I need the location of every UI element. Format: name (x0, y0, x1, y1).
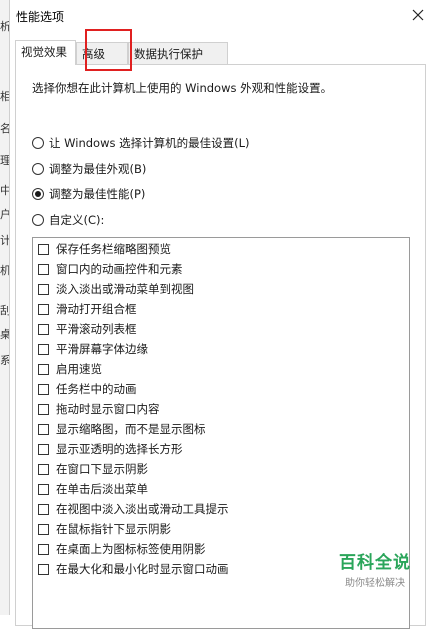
effect-label: 在最大化和最小化时显示窗口动画 (56, 562, 229, 576)
checkbox[interactable] (38, 463, 49, 475)
effect-label: 在单击后淡出菜单 (56, 482, 148, 496)
checkbox[interactable] (38, 343, 49, 355)
effect-checkbox-row[interactable]: 窗口内的动画控件和元素 (38, 260, 183, 278)
tab-data-execution-prevention[interactable]: 数据执行保护 (128, 42, 228, 64)
effect-checkbox-row[interactable]: 在鼠标指针下显示阴影 (38, 520, 171, 538)
title-bar[interactable]: 性能选项 (10, 0, 435, 30)
tab-advanced[interactable]: 高级 (76, 42, 128, 64)
radio-label: 调整为最佳性能(P) (49, 187, 146, 201)
effect-label: 滑动打开组合框 (56, 302, 137, 316)
checkbox[interactable] (38, 263, 49, 275)
effect-checkbox-row[interactable]: 拖动时显示窗口内容 (38, 400, 160, 418)
effect-checkbox-row[interactable]: 在最大化和最小化时显示窗口动画 (38, 560, 229, 578)
effect-label: 任务栏中的动画 (56, 382, 137, 396)
effect-label: 平滑屏幕字体边缘 (56, 342, 148, 356)
checkbox[interactable] (38, 283, 49, 295)
radio-button-selected[interactable] (32, 188, 44, 200)
watermark-subtitle: 助你轻松解决 (345, 578, 405, 589)
radio-button[interactable] (32, 137, 44, 149)
effect-checkbox-row[interactable]: 平滑屏幕字体边缘 (38, 340, 148, 358)
radio-best-appearance[interactable]: 调整为最佳外观(B) (32, 161, 146, 177)
visual-effects-panel: 选择你想在此计算机上使用的 Windows 外观和性能设置。 让 Windows… (15, 64, 426, 629)
effect-label: 启用速览 (56, 362, 102, 376)
effect-label: 在桌面上为图标标签使用阴影 (56, 542, 206, 556)
effect-label: 窗口内的动画控件和元素 (56, 262, 183, 276)
checkbox[interactable] (38, 523, 49, 535)
checkbox[interactable] (38, 363, 49, 375)
checkbox[interactable] (38, 323, 49, 335)
watermark-title: 百科全说 (339, 553, 411, 573)
effect-label: 保存任务栏缩略图预览 (56, 242, 171, 256)
checkbox[interactable] (38, 383, 49, 395)
checkbox[interactable] (38, 243, 49, 255)
radio-best-performance[interactable]: 调整为最佳性能(P) (32, 186, 145, 202)
effect-checkbox-row[interactable]: 滑动打开组合框 (38, 300, 137, 318)
panel-description: 选择你想在此计算机上使用的 Windows 外观和性能设置。 (32, 81, 333, 95)
checkbox[interactable] (38, 303, 49, 315)
close-icon (412, 9, 424, 21)
effect-checkbox-row[interactable]: 保存任务栏缩略图预览 (38, 240, 171, 258)
effect-checkbox-row[interactable]: 显示缩略图，而不是显示图标 (38, 420, 206, 438)
effect-label: 淡入淡出或滑动菜单到视图 (56, 282, 194, 296)
effect-checkbox-row[interactable]: 在窗口下显示阴影 (38, 460, 148, 478)
effect-label: 在鼠标指针下显示阴影 (56, 522, 171, 536)
effect-checkbox-row[interactable]: 启用速览 (38, 360, 102, 378)
radio-label: 调整为最佳外观(B) (49, 162, 147, 176)
effect-checkbox-row[interactable]: 淡入淡出或滑动菜单到视图 (38, 280, 194, 298)
effect-checkbox-row[interactable]: 在单击后淡出菜单 (38, 480, 148, 498)
effect-checkbox-row[interactable]: 平滑滚动列表框 (38, 320, 137, 338)
window-title: 性能选项 (16, 10, 65, 24)
radio-label: 让 Windows 选择计算机的最佳设置(L) (49, 136, 250, 150)
tab-visual-effects[interactable]: 视觉效果 (15, 40, 76, 65)
effect-label: 显示亚透明的选择长方形 (56, 442, 183, 456)
watermark-logo: 百科全说 助你轻松解决 (320, 548, 430, 589)
radio-button[interactable] (32, 163, 44, 175)
radio-custom[interactable]: 自定义(C): (32, 212, 104, 228)
radio-label: 自定义(C): (49, 213, 105, 227)
effect-label: 在视图中淡入淡出或滑动工具提示 (56, 502, 229, 516)
checkbox[interactable] (38, 503, 49, 515)
effect-checkbox-row[interactable]: 显示亚透明的选择长方形 (38, 440, 183, 458)
performance-options-dialog: 性能选项 视觉效果 高级 数据执行保护 选择你想在此计算机上使用的 Window… (9, 0, 435, 629)
effect-checkbox-row[interactable]: 在视图中淡入淡出或滑动工具提示 (38, 500, 229, 518)
effect-label: 显示缩略图，而不是显示图标 (56, 422, 206, 436)
checkbox[interactable] (38, 483, 49, 495)
effect-label: 平滑滚动列表框 (56, 322, 137, 336)
effect-checkbox-row[interactable]: 在桌面上为图标标签使用阴影 (38, 540, 206, 558)
effect-label: 在窗口下显示阴影 (56, 462, 148, 476)
checkbox[interactable] (38, 423, 49, 435)
checkbox[interactable] (38, 443, 49, 455)
checkbox[interactable] (38, 563, 49, 575)
radio-button[interactable] (32, 214, 44, 226)
radio-let-windows-choose[interactable]: 让 Windows 选择计算机的最佳设置(L) (32, 135, 250, 151)
checkbox[interactable] (38, 403, 49, 415)
close-button[interactable] (406, 4, 430, 26)
effect-checkbox-row[interactable]: 任务栏中的动画 (38, 380, 137, 398)
checkbox[interactable] (38, 543, 49, 555)
effect-label: 拖动时显示窗口内容 (56, 402, 160, 416)
